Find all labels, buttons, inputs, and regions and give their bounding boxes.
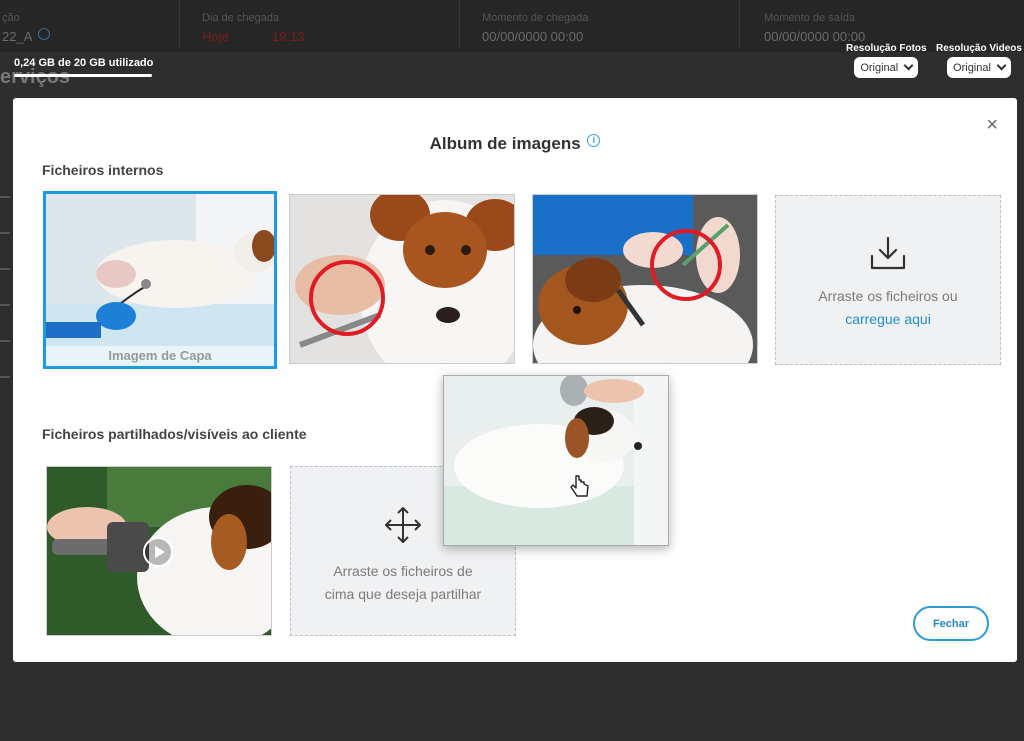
video-thumbnail[interactable] <box>46 466 272 636</box>
hand-cursor-icon <box>570 475 589 497</box>
bg-label: Momento de saída <box>764 12 856 24</box>
close-icon[interactable]: × <box>986 115 998 135</box>
chevron-down-icon <box>996 60 1007 71</box>
close-modal-button[interactable]: Fechar <box>913 606 989 641</box>
photo-resolution-label: Resolução Fotos <box>846 43 927 54</box>
bg-arrival-moment: 00/00/0000 00:00 <box>482 29 584 44</box>
modal-title-text: Album de imagens <box>429 134 581 153</box>
bg-label: Dia de chegada <box>202 12 280 24</box>
bg-cell-id: ção 22_A <box>0 0 180 48</box>
vet-stethoscope-photo <box>46 194 274 366</box>
bg-side-marker <box>0 340 10 342</box>
photo-resolution-group: Resolução Fotos Original <box>846 43 927 78</box>
dragged-image-thumbnail[interactable] <box>443 375 669 546</box>
dog-nail-clipping-photo <box>290 195 514 363</box>
globe-icon <box>38 28 50 40</box>
bg-side-marker <box>0 232 10 234</box>
video-resolution-group: Resolução Videos Original <box>936 43 1022 78</box>
bg-arrival-day: Hoje <box>202 29 229 44</box>
bg-side-marker <box>0 304 10 306</box>
photo-resolution-select[interactable]: Original <box>854 57 919 78</box>
bg-cell-departure: Momento de saída 00/00/0000 00:00 <box>740 0 1024 48</box>
bg-cell-arrival: Dia de chegada Hoje 19:13 <box>180 0 460 48</box>
album-modal: Album de imagens i × Ficheiros internos … <box>13 98 1017 662</box>
chevron-down-icon <box>903 60 914 71</box>
cover-image-thumbnail[interactable]: Imagem de Capa <box>43 191 277 369</box>
bg-id-value: 22_A <box>2 29 33 44</box>
image-thumbnail[interactable] <box>532 194 758 364</box>
photo-resolution-value: Original <box>860 61 899 74</box>
upload-instruction: Arraste os ficheiros ou <box>818 288 958 304</box>
info-icon[interactable]: i <box>587 134 601 147</box>
bg-arrival-time: 19:13 <box>272 29 305 44</box>
share-instruction-line2: cima que deseja partilhar <box>324 586 482 602</box>
image-thumbnail[interactable] <box>289 194 515 364</box>
bg-side-marker <box>0 376 10 378</box>
bg-label: ção <box>2 12 20 24</box>
storage-usage-bar <box>14 74 152 77</box>
move-icon <box>385 507 421 543</box>
video-resolution-select[interactable]: Original <box>947 57 1011 78</box>
dog-bath-photo <box>444 376 668 545</box>
bg-departure-moment: 00/00/0000 00:00 <box>764 29 866 44</box>
download-icon <box>870 236 906 270</box>
storage-usage-text: 0,24 GB de 20 GB utilizado <box>14 57 154 69</box>
upload-dropzone[interactable]: Arraste os ficheiros ou carregue aqui <box>775 195 1001 365</box>
play-icon[interactable] <box>143 537 173 567</box>
bg-label: Momento de chegada <box>482 12 589 24</box>
modal-title: Album de imagens i <box>13 134 1017 154</box>
bg-side-marker <box>0 268 10 270</box>
bg-side-marker <box>0 196 10 198</box>
share-instruction-line1: Arraste os ficheiros de <box>333 563 473 579</box>
shared-files-heading: Ficheiros partilhados/visíveis ao client… <box>42 426 307 442</box>
dog-injection-photo <box>533 195 757 363</box>
video-resolution-value: Original <box>953 61 991 74</box>
bg-cell-arrival-moment: Momento de chegada 00/00/0000 00:00 <box>460 0 740 48</box>
background-section-title: erviços <box>0 66 71 88</box>
upload-link[interactable]: carregue aqui <box>776 308 1000 331</box>
cover-image-label: Imagem de Capa <box>46 346 274 366</box>
internal-files-heading: Ficheiros internos <box>42 162 164 178</box>
video-resolution-label: Resolução Videos <box>936 43 1022 54</box>
